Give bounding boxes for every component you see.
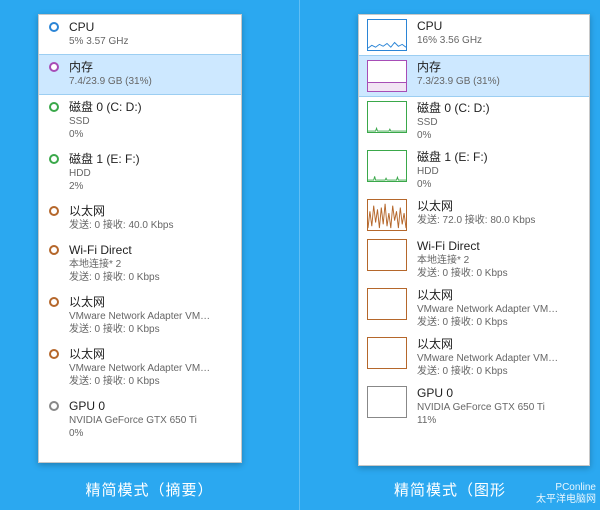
item-subtext: 发送: 0 接收: 0 Kbps — [69, 323, 231, 336]
item-subtext: HDD — [69, 167, 231, 180]
item-subtext: 发送: 0 接收: 40.0 Kbps — [69, 219, 231, 232]
item-title: 以太网 — [417, 337, 581, 352]
item-subtext: 本地连接* 2 — [69, 258, 231, 271]
graph-item-gpu0[interactable]: GPU 0 NVIDIA GeForce GTX 650 Ti 11% — [359, 382, 589, 431]
item-title: Wi-Fi Direct — [417, 239, 581, 254]
item-subtext: VMware Network Adapter VM… — [69, 310, 231, 323]
item-subtext: NVIDIA GeForce GTX 650 Ti — [69, 414, 231, 427]
sparkline-icon — [367, 288, 407, 320]
item-subtext: 0% — [69, 128, 231, 141]
item-subtext: SSD — [417, 116, 581, 129]
item-subtext: VMware Network Adapter VM… — [417, 352, 581, 365]
sparkline-icon — [367, 60, 407, 92]
circle-icon — [49, 102, 59, 112]
sparkline-icon — [367, 199, 407, 231]
summary-half: CPU 5% 3.57 GHz 内存 7.4/23.9 GB (31%) 磁盘 … — [0, 0, 300, 510]
graph-item-ethernet0[interactable]: 以太网 发送: 72.0 接收: 80.0 Kbps — [359, 195, 589, 235]
item-title: 以太网 — [417, 288, 581, 303]
item-subtext: 发送: 0 接收: 0 Kbps — [69, 271, 231, 284]
item-subtext: SSD — [69, 115, 231, 128]
summary-item-ethernet0[interactable]: 以太网 发送: 0 接收: 40.0 Kbps — [39, 199, 241, 238]
summary-item-disk1[interactable]: 磁盘 1 (E: F:) HDD 2% — [39, 147, 241, 199]
graph-item-wifi[interactable]: Wi-Fi Direct 本地连接* 2 发送: 0 接收: 0 Kbps — [359, 235, 589, 284]
item-title: GPU 0 — [69, 399, 231, 414]
circle-icon — [49, 22, 59, 32]
item-subtext: 0% — [417, 129, 581, 142]
item-title: 磁盘 1 (E: F:) — [69, 152, 231, 167]
summary-item-disk0[interactable]: 磁盘 0 (C: D:) SSD 0% — [39, 95, 241, 147]
item-subtext: 0% — [69, 427, 231, 440]
item-title: GPU 0 — [417, 386, 581, 401]
item-subtext: 发送: 0 接收: 0 Kbps — [417, 267, 581, 280]
circle-icon — [49, 62, 59, 72]
item-title: 以太网 — [417, 199, 581, 214]
circle-icon — [49, 206, 59, 216]
summary-panel: CPU 5% 3.57 GHz 内存 7.4/23.9 GB (31%) 磁盘 … — [38, 14, 242, 463]
item-title: 磁盘 1 (E: F:) — [417, 150, 581, 165]
graph-item-ethernet1[interactable]: 以太网 VMware Network Adapter VM… 发送: 0 接收:… — [359, 284, 589, 333]
item-subtext: 本地连接* 2 — [417, 254, 581, 267]
item-subtext: HDD — [417, 165, 581, 178]
graph-item-cpu[interactable]: CPU 16% 3.56 GHz — [359, 15, 589, 55]
item-title: 磁盘 0 (C: D:) — [417, 101, 581, 116]
summary-caption: 精简模式（摘要） — [0, 479, 299, 500]
sparkline-icon — [367, 101, 407, 133]
item-title: 磁盘 0 (C: D:) — [69, 100, 231, 115]
item-subtext: 发送: 0 接收: 0 Kbps — [417, 365, 581, 378]
graph-item-memory[interactable]: 内存 7.3/23.9 GB (31%) — [359, 55, 589, 97]
summary-item-memory[interactable]: 内存 7.4/23.9 GB (31%) — [39, 54, 241, 95]
graph-item-ethernet2[interactable]: 以太网 VMware Network Adapter VM… 发送: 0 接收:… — [359, 333, 589, 382]
summary-item-cpu[interactable]: CPU 5% 3.57 GHz — [39, 15, 241, 54]
item-subtext: 16% 3.56 GHz — [417, 34, 581, 47]
item-title: Wi-Fi Direct — [69, 243, 231, 258]
item-title: CPU — [417, 19, 581, 34]
graph-half: CPU 16% 3.56 GHz 内存 7.3/23.9 GB (31%) 磁盘… — [300, 0, 600, 510]
item-title: 以太网 — [69, 295, 231, 310]
circle-icon — [49, 245, 59, 255]
item-subtext: VMware Network Adapter VM… — [69, 362, 231, 375]
summary-item-ethernet2[interactable]: 以太网 VMware Network Adapter VM… 发送: 0 接收:… — [39, 342, 241, 394]
graph-panel: CPU 16% 3.56 GHz 内存 7.3/23.9 GB (31%) 磁盘… — [358, 14, 590, 466]
item-title: 内存 — [417, 60, 581, 75]
item-subtext: 7.3/23.9 GB (31%) — [417, 75, 581, 88]
circle-icon — [49, 154, 59, 164]
item-subtext: 0% — [417, 178, 581, 191]
item-title: 内存 — [69, 60, 231, 75]
sparkline-icon — [367, 150, 407, 182]
summary-item-wifi[interactable]: Wi-Fi Direct 本地连接* 2 发送: 0 接收: 0 Kbps — [39, 238, 241, 290]
item-title: 以太网 — [69, 347, 231, 362]
item-title: 以太网 — [69, 204, 231, 219]
item-subtext: 11% — [417, 414, 581, 427]
graph-caption: 精简模式（图形 — [300, 479, 600, 500]
circle-icon — [49, 349, 59, 359]
sparkline-icon — [367, 386, 407, 418]
item-subtext: 7.4/23.9 GB (31%) — [69, 75, 231, 88]
sparkline-icon — [367, 19, 407, 51]
item-subtext: 5% 3.57 GHz — [69, 35, 231, 48]
item-subtext: NVIDIA GeForce GTX 650 Ti — [417, 401, 581, 414]
item-subtext: 发送: 0 接收: 0 Kbps — [417, 316, 581, 329]
circle-icon — [49, 297, 59, 307]
summary-item-gpu0[interactable]: GPU 0 NVIDIA GeForce GTX 650 Ti 0% — [39, 394, 241, 446]
item-subtext: VMware Network Adapter VM… — [417, 303, 581, 316]
graph-item-disk0[interactable]: 磁盘 0 (C: D:) SSD 0% — [359, 97, 589, 146]
circle-icon — [49, 401, 59, 411]
summary-item-ethernet1[interactable]: 以太网 VMware Network Adapter VM… 发送: 0 接收:… — [39, 290, 241, 342]
sparkline-icon — [367, 337, 407, 369]
graph-item-disk1[interactable]: 磁盘 1 (E: F:) HDD 0% — [359, 146, 589, 195]
item-title: CPU — [69, 20, 231, 35]
item-subtext: 2% — [69, 180, 231, 193]
item-subtext: 发送: 0 接收: 0 Kbps — [69, 375, 231, 388]
item-subtext: 发送: 72.0 接收: 80.0 Kbps — [417, 214, 581, 227]
sparkline-icon — [367, 239, 407, 271]
